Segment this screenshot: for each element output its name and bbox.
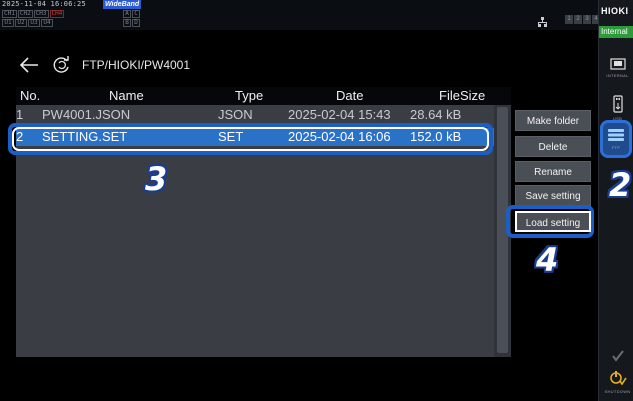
internal-drive-icon bbox=[609, 58, 626, 70]
shutdown-button[interactable]: SHUTDOWN bbox=[601, 362, 633, 401]
number-indicator: 1 bbox=[565, 15, 573, 24]
ftp-storage-label: FTP bbox=[611, 145, 621, 150]
column-header-date: Date bbox=[336, 88, 364, 103]
channel-indicator: CH1 bbox=[2, 10, 17, 18]
channel-indicator: CH4 bbox=[49, 10, 65, 18]
column-header-no: No. bbox=[20, 88, 41, 103]
shutdown-icon bbox=[609, 371, 627, 386]
cell-no: 1 bbox=[16, 107, 24, 122]
indicator-numbers: 1 2 3 4 bbox=[565, 15, 600, 24]
delete-button[interactable]: Delete bbox=[515, 136, 591, 157]
row-highlight-inner bbox=[12, 127, 489, 151]
current-path: FTP/HIOKI/PW4001 bbox=[82, 58, 191, 72]
step-2-marker: 2 bbox=[609, 166, 632, 204]
mode-badge: WideBand bbox=[103, 0, 142, 9]
ftp-server-icon bbox=[608, 129, 624, 141]
cell-date: 2025-02-04 15:43 bbox=[288, 107, 391, 122]
refresh-icon[interactable] bbox=[52, 55, 72, 75]
back-arrow-icon[interactable] bbox=[18, 55, 40, 75]
cell-name: PW4001.JSON bbox=[42, 107, 131, 122]
channel-indicator: CH2 bbox=[17, 10, 33, 18]
network-icon bbox=[538, 17, 547, 27]
column-header-filesize: FileSize bbox=[439, 88, 486, 103]
channel-row-2: U1 U2 U3 U4 bbox=[2, 19, 53, 27]
make-folder-button[interactable]: Make folder bbox=[515, 110, 591, 131]
cell-type: JSON bbox=[218, 107, 253, 122]
internal-storage-label: INTERNAL bbox=[606, 73, 629, 78]
shutdown-label: SHUTDOWN bbox=[604, 389, 631, 394]
channel-indicator: U2 bbox=[15, 19, 27, 27]
channel-indicator: U3 bbox=[28, 19, 40, 27]
motor-row-1: A C bbox=[123, 10, 140, 18]
motor-row-2: B D bbox=[123, 19, 140, 27]
ftp-storage-button[interactable]: FTP bbox=[600, 120, 632, 158]
table-header: No. Name Type Date FileSize bbox=[16, 87, 511, 105]
motor-indicator: D bbox=[132, 19, 140, 27]
step-3-marker: 3 bbox=[145, 160, 168, 198]
motor-indicator: B bbox=[123, 19, 131, 27]
number-indicator: 2 bbox=[574, 15, 582, 24]
brand-logo: HIOKI bbox=[601, 6, 629, 16]
current-storage-tag: Internal bbox=[599, 26, 633, 38]
channel-row-1: CH1 CH2 CH3 CH4 bbox=[2, 10, 65, 18]
motor-indicator: C bbox=[132, 10, 140, 18]
save-setting-button[interactable]: Save setting bbox=[515, 185, 591, 206]
number-indicator: 3 bbox=[583, 15, 591, 24]
table-row[interactable]: 1 PW4001.JSON JSON 2025-02-04 15:43 28.6… bbox=[16, 106, 494, 124]
channel-indicator: U1 bbox=[2, 19, 14, 27]
internal-storage-button[interactable]: INTERNAL bbox=[601, 48, 633, 88]
usb-icon bbox=[612, 95, 623, 113]
rename-button[interactable]: Rename bbox=[515, 161, 591, 182]
timestamp: 2025-11-04 16:06:25 bbox=[2, 0, 86, 8]
motor-indicator: A bbox=[123, 10, 131, 18]
channel-indicator: CH3 bbox=[33, 10, 49, 18]
column-header-type: Type bbox=[235, 88, 264, 103]
channel-indicator: U4 bbox=[41, 19, 53, 27]
column-header-name: Name bbox=[109, 88, 144, 103]
cell-size: 28.64 kB bbox=[410, 107, 462, 122]
step-4-marker: 4 bbox=[536, 241, 559, 279]
status-bar: 2025-11-04 16:06:25 WideBand CH1 CH2 CH3… bbox=[0, 0, 600, 30]
load-setting-button[interactable]: Load setting bbox=[515, 211, 591, 232]
